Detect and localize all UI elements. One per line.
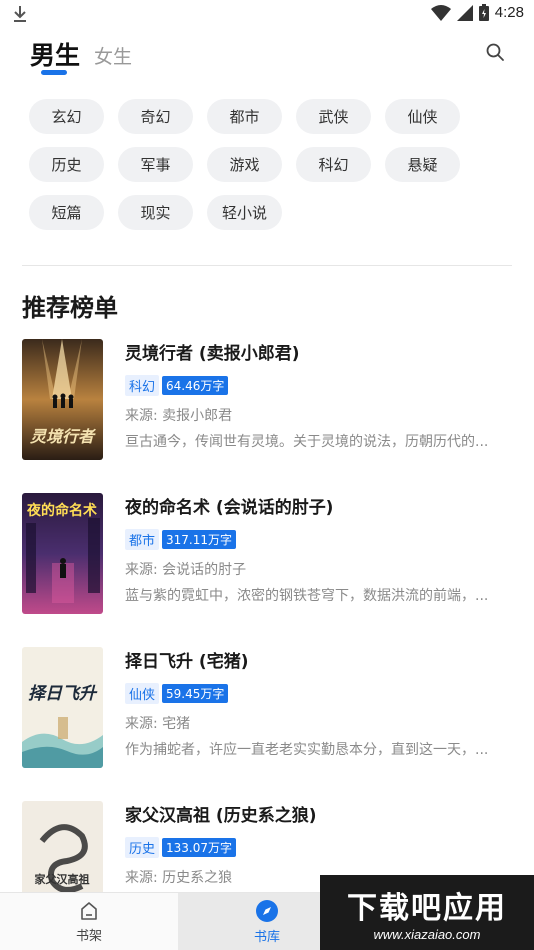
category-chip[interactable]: 玄幻 bbox=[29, 99, 104, 134]
book-source: 来源: 会说话的肘子 bbox=[125, 562, 247, 578]
cover-title: 家父汉高祖 bbox=[35, 872, 90, 886]
download-icon bbox=[14, 6, 26, 22]
book-cover: 夜的命名术 bbox=[22, 493, 103, 614]
category-chip[interactable]: 短篇 bbox=[29, 195, 104, 230]
category-chip[interactable]: 军事 bbox=[118, 147, 193, 182]
search-icon[interactable] bbox=[484, 41, 506, 63]
cover-title: 夜的命名术 bbox=[26, 502, 97, 519]
watermark-text: 下载吧应用 bbox=[347, 891, 507, 926]
battery-icon bbox=[478, 4, 489, 21]
book-cover: 灵境行者 bbox=[22, 339, 103, 460]
tab-indicator bbox=[41, 70, 67, 75]
book-title: 家父汉高祖 (历史系之狼) bbox=[125, 806, 317, 826]
book-info: 择日飞升 (宅猪) 仙侠 59.45万字 来源: 宅猪 作为捕蛇者，许应一直老老… bbox=[125, 647, 512, 759]
book-tags: 科幻 64.46万字 bbox=[125, 374, 512, 396]
gender-tabs: 男生 女生 bbox=[30, 36, 132, 72]
cover-title: 择日飞升 bbox=[28, 684, 98, 704]
book-item[interactable]: 择日飞升 择日飞升 (宅猪) 仙侠 59.45万字 来源: 宅猪 作为捕蛇者，许… bbox=[22, 647, 512, 772]
book-item[interactable]: 灵境行者 灵境行者 (卖报小郎君) 科幻 64.46万字 来源: 卖报小郎君 亘… bbox=[22, 339, 512, 464]
category-chip[interactable]: 游戏 bbox=[207, 147, 282, 182]
book-title: 择日飞升 (宅猪) bbox=[125, 652, 249, 672]
cover-title: 灵境行者 bbox=[30, 427, 97, 446]
watermark-url: www.xiazaiao.com bbox=[373, 927, 481, 942]
divider bbox=[22, 265, 512, 266]
section-title: 推荐榜单 bbox=[22, 294, 118, 322]
category-tag: 历史 bbox=[125, 836, 160, 858]
tab-female[interactable]: 女生 bbox=[94, 42, 132, 72]
watermark-logo: 下载吧应用 www.xiazaiao.com bbox=[320, 875, 534, 950]
book-tags: 都市 317.11万字 bbox=[125, 528, 512, 550]
book-item[interactable]: 夜的命名术 夜的命名术 (会说话的肘子) 都市 317.11万字 来源: 会说话… bbox=[22, 493, 512, 618]
nav-bookshelf[interactable]: 书架 bbox=[0, 893, 178, 950]
category-chip[interactable]: 科幻 bbox=[296, 147, 371, 182]
category-tag: 科幻 bbox=[125, 374, 160, 396]
word-count-tag: 59.45万字 bbox=[162, 683, 229, 703]
status-bar: 4:28 bbox=[0, 0, 534, 28]
category-chip[interactable]: 现实 bbox=[118, 195, 193, 230]
word-count-tag: 133.07万字 bbox=[162, 837, 237, 857]
book-source: 来源: 卖报小郎君 bbox=[125, 408, 233, 424]
nav-label: 书架 bbox=[75, 929, 102, 944]
category-chip[interactable]: 历史 bbox=[29, 147, 104, 182]
category-chip[interactable]: 悬疑 bbox=[385, 147, 460, 182]
category-chips: 玄幻 奇幻 都市 武侠 仙侠 历史 军事 游戏 科幻 悬疑 短篇 现实 轻小说 bbox=[29, 99, 509, 230]
clock: 4:28 bbox=[494, 4, 524, 21]
book-intro: 作为捕蛇者，许应一直老老实实勤恳本分，直到这一天，... bbox=[125, 742, 489, 758]
category-chip[interactable]: 都市 bbox=[207, 99, 282, 134]
category-chip[interactable]: 奇幻 bbox=[118, 99, 193, 134]
signal-icon bbox=[456, 4, 473, 21]
book-tags: 历史 133.07万字 bbox=[125, 836, 512, 858]
category-tag: 仙侠 bbox=[125, 682, 160, 704]
book-intro: 蓝与紫的霓虹中，浓密的钢铁苍穹下，数据洪流的前端，... bbox=[125, 588, 489, 604]
nav-label: 书库 bbox=[253, 930, 280, 945]
book-info: 灵境行者 (卖报小郎君) 科幻 64.46万字 来源: 卖报小郎君 亘古通今，传… bbox=[125, 339, 512, 451]
word-count-tag: 317.11万字 bbox=[162, 529, 237, 549]
book-intro: 亘古通今，传闻世有灵境。关于灵境的说法，历朝历代的... bbox=[125, 434, 489, 450]
bookshelf-icon bbox=[81, 902, 97, 920]
category-chip[interactable]: 轻小说 bbox=[207, 195, 282, 230]
book-cover: 择日飞升 bbox=[22, 647, 103, 768]
book-info: 夜的命名术 (会说话的肘子) 都市 317.11万字 来源: 会说话的肘子 蓝与… bbox=[125, 493, 512, 605]
book-tags: 仙侠 59.45万字 bbox=[125, 682, 512, 704]
book-title: 夜的命名术 (会说话的肘子) bbox=[125, 498, 334, 518]
compass-icon bbox=[256, 900, 278, 922]
category-tag: 都市 bbox=[125, 528, 160, 550]
category-chip[interactable]: 武侠 bbox=[296, 99, 371, 134]
word-count-tag: 64.46万字 bbox=[162, 375, 229, 395]
category-chip[interactable]: 仙侠 bbox=[385, 99, 460, 134]
book-source: 来源: 宅猪 bbox=[125, 716, 191, 732]
book-title: 灵境行者 (卖报小郎君) bbox=[125, 344, 300, 364]
tab-male[interactable]: 男生 bbox=[30, 36, 80, 72]
wifi-icon bbox=[430, 4, 451, 21]
